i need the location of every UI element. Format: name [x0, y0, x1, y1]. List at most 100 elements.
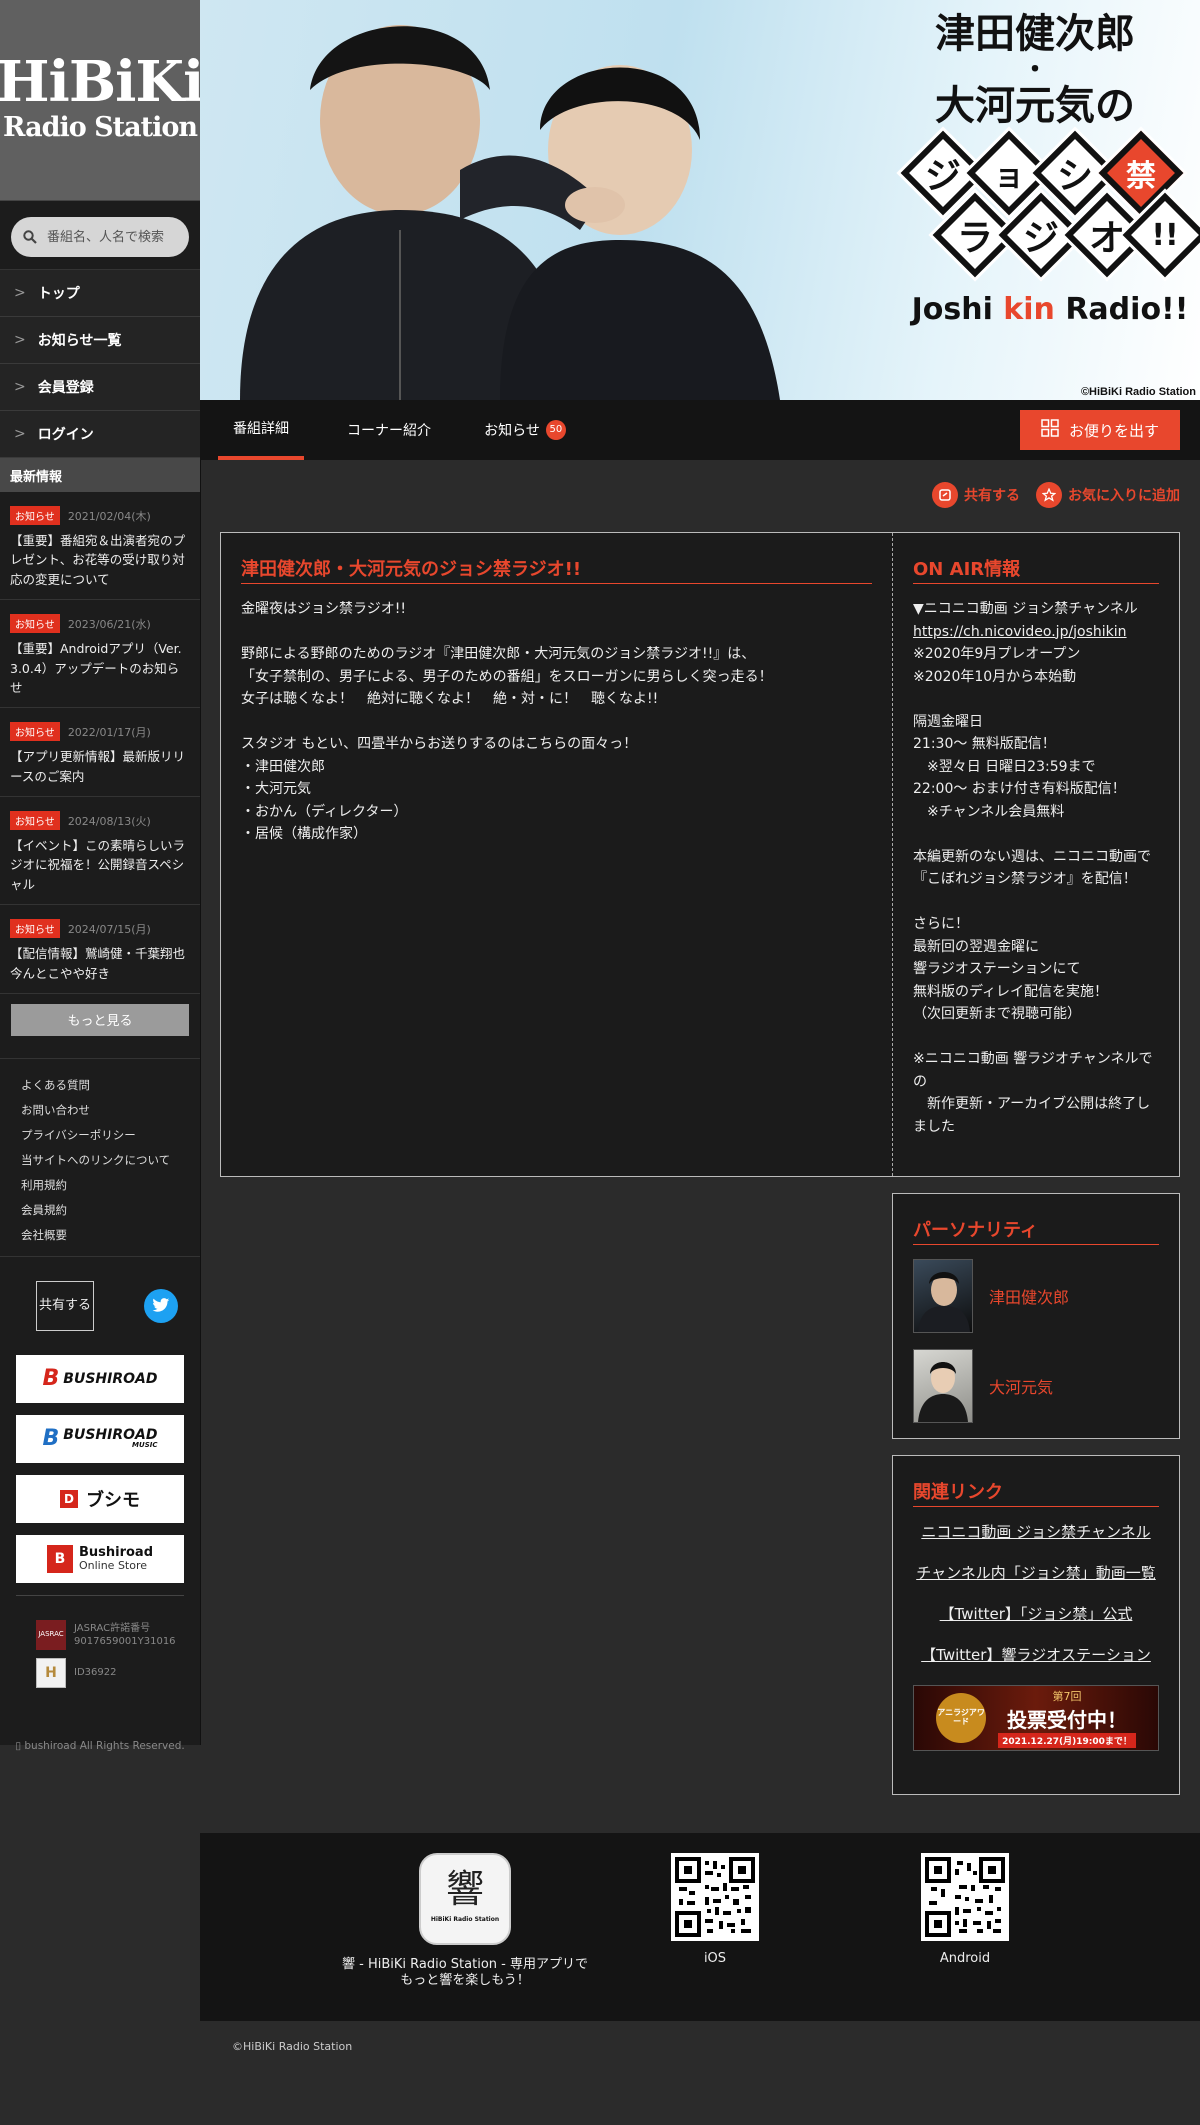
nav-label: 会員登録: [37, 380, 94, 396]
news-badge: お知らせ: [10, 919, 60, 939]
related-title: 関連リンク: [913, 1478, 1159, 1507]
program-hero-image: 津田健次郎 ・ 大河元気の ジ ョ シ 禁 ラ ジ オ !! Joshi kin…: [200, 0, 1200, 400]
member-terms-link[interactable]: 会員規約: [21, 1198, 200, 1223]
news-item[interactable]: お知らせ 2022/01/17(月) 【アプリ更新情報】最新版リリースのご案内: [0, 708, 200, 797]
news-badge: お知らせ: [10, 614, 60, 634]
company-link[interactable]: 会社概要: [21, 1223, 200, 1248]
news-item[interactable]: お知らせ 2024/08/13(火) 【イベント】この素晴らしいラジオに祝福を！公…: [0, 797, 200, 906]
banner-text: BUSHIROAD: [63, 1427, 158, 1444]
diamond-text: ジ: [924, 156, 961, 197]
tab-corners[interactable]: コーナー紹介: [324, 400, 454, 460]
tab-news[interactable]: お知らせ 50: [470, 400, 580, 460]
letter-icon: [1041, 419, 1059, 441]
news-count-badge: 50: [545, 420, 566, 440]
nav-label: ログイン: [37, 427, 94, 443]
banner-text-wrap: Bushiroad Online Store: [79, 1546, 153, 1571]
diamond-text: オ: [1088, 218, 1125, 259]
hero-diamond-logo: ジ ョ シ 禁 ラ ジ オ !!: [900, 130, 1200, 278]
personality-name: 津田健次郎: [989, 1288, 1070, 1307]
banner-text-wrap: BUSHIROAD MUSIC: [63, 1428, 157, 1449]
share-icon: [932, 482, 958, 508]
banner-subtext: Online Store: [78, 1558, 148, 1572]
banner-text: BUSHIROAD: [63, 1370, 158, 1387]
hero-title-line1: 津田健次郎: [935, 11, 1135, 57]
app-icon-glyph: 響: [445, 1867, 484, 1911]
android-download[interactable]: Android: [815, 1853, 1115, 1967]
diamond-text: ジ: [1022, 218, 1059, 259]
send-letter-button[interactable]: お便りを出す: [1020, 410, 1180, 450]
personality-photo: [913, 1349, 973, 1423]
on-air-url-link[interactable]: https://ch.nicovideo.jp/joshikin: [913, 621, 1159, 644]
hero-title-line2: 大河元気の: [935, 83, 1135, 129]
news-title: 【イベント】この素晴らしいラジオに祝福を！公開録音スペシャル: [10, 838, 186, 892]
news-badge: お知らせ: [10, 506, 60, 525]
news-date: 2021/02/04(木): [67, 509, 151, 523]
program-description: 金曜夜はジョシ禁ラジオ!! 野郎による野郎のためのラジオ『津田健次郎・大河元気の…: [241, 601, 773, 842]
news-badge: お知らせ: [10, 811, 60, 830]
contact-link[interactable]: お問い合わせ: [21, 1098, 200, 1123]
anirage-award-banner[interactable]: アニラジアワード 第7回 投票受付中！ 2021.12.27(月)19:00まで…: [913, 1685, 1159, 1751]
chevron-right-icon: >: [14, 379, 26, 395]
terms-link[interactable]: 利用規約: [21, 1173, 200, 1198]
news-badge: お知らせ: [10, 722, 60, 742]
site-logo[interactable]: HiBiKi Radio Station: [0, 0, 204, 201]
app-download-band: 響 HiBiKi Radio Station 響 - HiBiKi Radio …: [200, 1833, 1200, 2021]
chevron-right-icon: >: [14, 332, 26, 348]
search-input[interactable]: [45, 228, 189, 246]
android-label: Android: [939, 1951, 991, 1966]
news-title: 【重要】Androidアプリ（Ver. 3.0.4）アップデートのお知らせ: [10, 641, 182, 695]
on-air-details: ※2020年9月プレオープン ※2020年10月から本始動 隔週金曜日 21:3…: [913, 646, 1153, 1135]
news-item[interactable]: お知らせ 2023/06/21(水) 【重要】Androidアプリ（Ver. 3.…: [0, 600, 200, 709]
nav-item-top[interactable]: > トップ: [0, 270, 200, 317]
faq-link[interactable]: よくある質問: [21, 1073, 200, 1098]
hero-title-dot: ・: [1021, 55, 1048, 85]
nav-item-register[interactable]: > 会員登録: [0, 364, 200, 411]
news-heading: 最新情報: [0, 458, 200, 492]
hero-credit: ©HiBiKi Radio Station: [1080, 386, 1196, 398]
bushiroad-online-store-banner[interactable]: B Bushiroad Online Store: [16, 1534, 184, 1583]
link-policy-link[interactable]: 当サイトへのリンクについて: [21, 1148, 200, 1173]
license-mark-icon: H: [36, 1657, 66, 1688]
id-license: H ID36922: [0, 1650, 200, 1688]
jasrac-label: JASRAC許諾番号: [74, 1622, 151, 1634]
diamond-text: シ: [1056, 156, 1093, 197]
nav-label: お知らせ一覧: [37, 333, 122, 349]
news-date: 2023/06/21(水): [67, 617, 151, 631]
bushimo-banner[interactable]: D ブシモ: [16, 1474, 184, 1523]
news-title: 【アプリ更新情報】最新版リリースのご案内: [10, 749, 186, 784]
news-title: 【重要】番組宛＆出演者宛のプレゼント、お花等の受け取り対応の変更について: [10, 533, 186, 587]
share-program-button[interactable]: 共有する: [932, 482, 1020, 508]
personality-panel: パーソナリティ 津田健次郎 大河元気: [892, 1193, 1180, 1439]
diamond-text: ョ: [994, 159, 1024, 194]
news-item[interactable]: お知らせ 2024/07/15(月) 【配信情報】鷲崎健・千葉翔也 今んとこやや好…: [0, 905, 200, 994]
nav-item-news-list[interactable]: > お知らせ一覧: [0, 317, 200, 364]
diamond-text: !!: [1151, 217, 1179, 253]
qr-code-icon: [925, 1857, 1005, 1937]
anirage-logo: アニラジアワード: [936, 1693, 987, 1743]
add-favorite-label: お気に入りに追加: [1068, 488, 1180, 504]
share-button[interactable]: 共有する: [36, 1280, 94, 1331]
personality-name: 大河元気: [989, 1378, 1054, 1397]
related-link[interactable]: 【Twitter】「ジョシ禁」公式: [913, 1603, 1159, 1624]
add-favorite-button[interactable]: お気に入りに追加: [1036, 482, 1180, 508]
news-date: 2022/01/17(月): [67, 725, 151, 739]
hibiki-app-icon[interactable]: 響 HiBiKi Radio Station: [419, 1853, 511, 1945]
twitter-icon[interactable]: [144, 1288, 178, 1323]
chevron-right-icon: >: [14, 426, 26, 442]
related-link[interactable]: 【Twitter】響ラジオステーション: [913, 1644, 1159, 1665]
jasrac-license: JASRAC JASRAC許諾番号 9017659001Y31016: [0, 1596, 200, 1650]
related-link[interactable]: ニコニコ動画 ジョシ禁チャンネル: [913, 1521, 1159, 1542]
privacy-link[interactable]: プライバシーポリシー: [21, 1123, 200, 1148]
program-title: 津田健次郎・大河元気のジョシ禁ラジオ!!: [241, 555, 872, 584]
bushiroad-music-banner[interactable]: B BUSHIROAD MUSIC: [16, 1414, 184, 1463]
nav-item-login[interactable]: > ログイン: [0, 411, 200, 458]
news-item[interactable]: お知らせ 2021/02/04(木) 【重要】番組宛＆出演者宛のプレゼント、お花等…: [0, 492, 200, 601]
more-news-button[interactable]: もっと見る: [11, 1003, 189, 1036]
personality-item[interactable]: 津田健次郎: [913, 1259, 1159, 1333]
search-area: [0, 201, 200, 270]
tab-program-detail[interactable]: 番組詳細: [218, 400, 304, 460]
nav-label: トップ: [37, 286, 80, 302]
bushiroad-banner[interactable]: B BUSHIROAD: [16, 1354, 184, 1403]
personality-item[interactable]: 大河元気: [913, 1349, 1159, 1423]
related-link[interactable]: チャンネル内「ジョシ禁」動画一覧: [913, 1562, 1159, 1583]
